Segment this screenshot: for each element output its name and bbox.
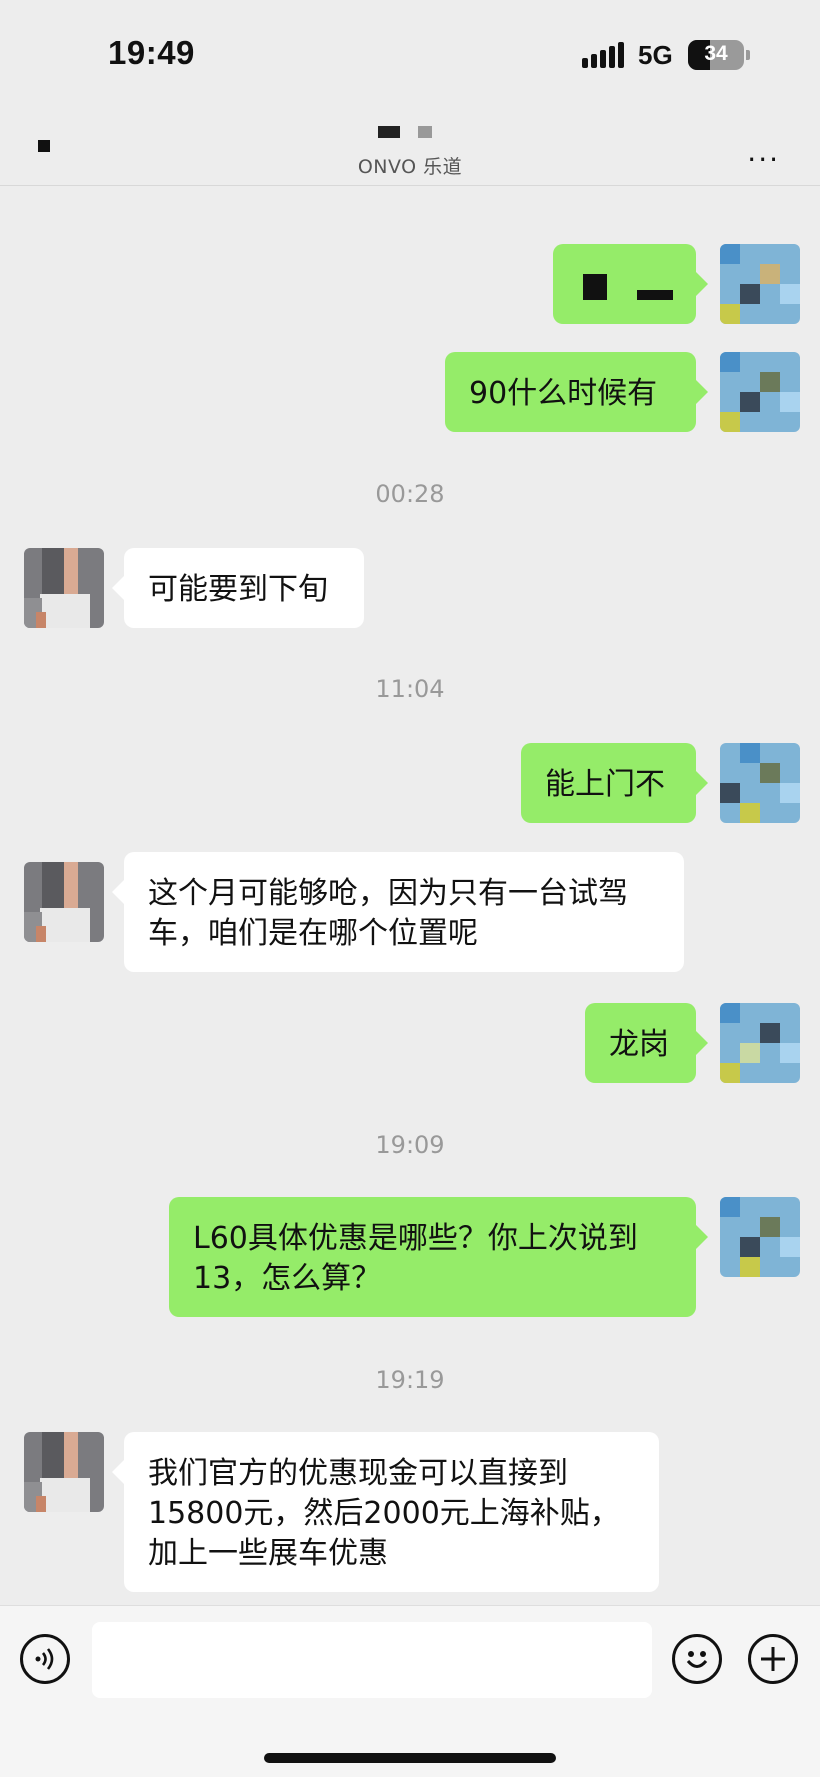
message-bubble-incoming[interactable]: 我们官方的优惠现金可以直接到 15800元，然后2000元上海补贴， 加上一些展… xyxy=(112,1432,659,1592)
my-avatar[interactable] xyxy=(720,743,800,823)
contact-avatar[interactable] xyxy=(24,1432,104,1512)
chat-header: ONVO 乐道 ... xyxy=(0,110,820,186)
contact-name-redacted xyxy=(378,126,438,138)
message-line: 13，怎么算？ xyxy=(193,1261,382,1296)
message-bubble-outgoing[interactable]: 龙岗 xyxy=(585,1003,708,1083)
my-avatar[interactable] xyxy=(720,244,800,324)
timestamp: 00:28 xyxy=(375,480,445,508)
message-bubble-outgoing[interactable]: 能上门不 xyxy=(521,743,708,823)
input-bar xyxy=(0,1605,820,1777)
message-line: 我们官方的优惠现金可以直接到 xyxy=(148,1456,568,1491)
battery-icon: 34 xyxy=(688,40,744,70)
message-bubble-outgoing[interactable]: L60具体优惠是哪些？你上次说到 13，怎么算？ xyxy=(169,1197,708,1317)
message-input[interactable] xyxy=(92,1622,652,1698)
message-bubble-incoming[interactable]: 可能要到下旬 xyxy=(112,548,364,628)
my-avatar[interactable] xyxy=(720,352,800,432)
message-bubble-outgoing[interactable]: 90什么时候有 xyxy=(445,352,708,432)
home-indicator[interactable] xyxy=(264,1753,556,1763)
battery-cap xyxy=(746,50,750,60)
message-line: 车，咱们是在哪个位置呢 xyxy=(148,916,478,951)
battery-percent: 34 xyxy=(704,42,728,65)
chat-area[interactable]: 90什么时候有 00:28 可能要到下旬 11:04 能上门不 这个月可能够呛，… xyxy=(0,110,820,1605)
contact-avatar[interactable] xyxy=(24,548,104,628)
redaction-mark xyxy=(637,290,673,300)
plus-sign-icon xyxy=(761,1647,785,1671)
back-icon[interactable] xyxy=(38,140,50,152)
my-avatar[interactable] xyxy=(720,1197,800,1277)
message-line: 这个月可能够呛，因为只有一台试驾 xyxy=(148,876,628,911)
plus-icon[interactable] xyxy=(748,1634,798,1684)
timestamp: 19:19 xyxy=(375,1366,445,1394)
message-line: 15800元，然后2000元上海补贴， xyxy=(148,1496,620,1531)
my-avatar[interactable] xyxy=(720,1003,800,1083)
message-line: 加上一些展车优惠 xyxy=(148,1536,388,1571)
status-bar: 19:49 5G 34 xyxy=(0,0,820,110)
network-type: 5G xyxy=(638,40,673,70)
message-line: L60具体优惠是哪些？你上次说到 xyxy=(193,1221,638,1256)
voice-wave-icon xyxy=(35,1648,54,1670)
redaction-mark xyxy=(583,274,607,300)
more-icon[interactable]: ... xyxy=(747,138,780,166)
timestamp: 19:09 xyxy=(375,1131,445,1159)
contact-avatar[interactable] xyxy=(24,862,104,942)
signal-icon xyxy=(582,42,626,68)
status-time: 19:49 xyxy=(108,34,195,71)
voice-icon[interactable] xyxy=(20,1634,70,1684)
message-bubble-redacted[interactable] xyxy=(553,244,708,324)
message-bubble-incoming[interactable]: 这个月可能够呛，因为只有一台试驾 车，咱们是在哪个位置呢 xyxy=(112,852,684,972)
smiley-face-icon xyxy=(686,1651,708,1668)
contact-subtitle: ONVO 乐道 xyxy=(357,156,463,178)
timestamp: 11:04 xyxy=(375,675,445,703)
emoji-icon[interactable] xyxy=(672,1634,722,1684)
